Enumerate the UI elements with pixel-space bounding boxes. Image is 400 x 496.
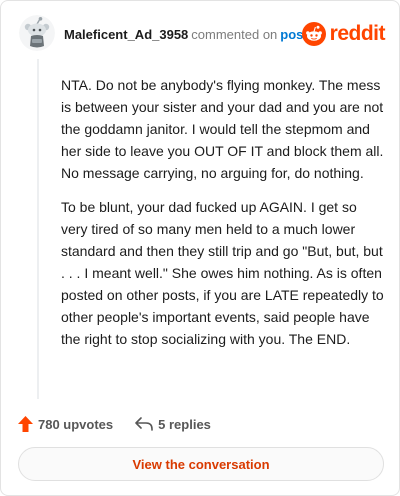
comment-body: NTA. Do not be anybody's flying monkey. … — [61, 74, 387, 362]
username-link[interactable]: Maleficent_Ad_3958 — [64, 27, 188, 42]
snoo-avatar-icon[interactable] — [19, 15, 55, 51]
upvote-count: 780 upvotes — [38, 416, 114, 432]
upvote-arrow-icon — [18, 416, 33, 432]
commented-on-text: commented on — [191, 27, 278, 42]
comment-actions: 780 upvotes 5 replies — [18, 413, 233, 435]
comment-paragraph-1: NTA. Do not be anybody's flying monkey. … — [61, 77, 384, 181]
reddit-brand[interactable]: reddit — [301, 21, 386, 47]
comment-card: Maleficent_Ad_3958 commented on post reddi… — [0, 0, 400, 496]
reply-count: 5 replies — [158, 416, 211, 432]
comment-paragraph-2: To be blunt, your dad fucked up AGAIN. I… — [61, 199, 384, 347]
thread-line — [37, 59, 39, 399]
reddit-wordmark: reddit — [329, 22, 386, 45]
upvote-button[interactable]: 780 upvotes — [18, 416, 113, 432]
comment-header: Maleficent_Ad_3958 commented on post reddi… — [19, 15, 386, 53]
reply-arrow-icon — [135, 417, 153, 431]
reddit-logo-icon — [301, 22, 326, 46]
reply-button[interactable]: 5 replies — [135, 417, 211, 432]
comment-meta: Maleficent_Ad_3958 commented on post — [64, 27, 308, 42]
view-conversation-button[interactable]: View the conversation — [18, 447, 384, 481]
